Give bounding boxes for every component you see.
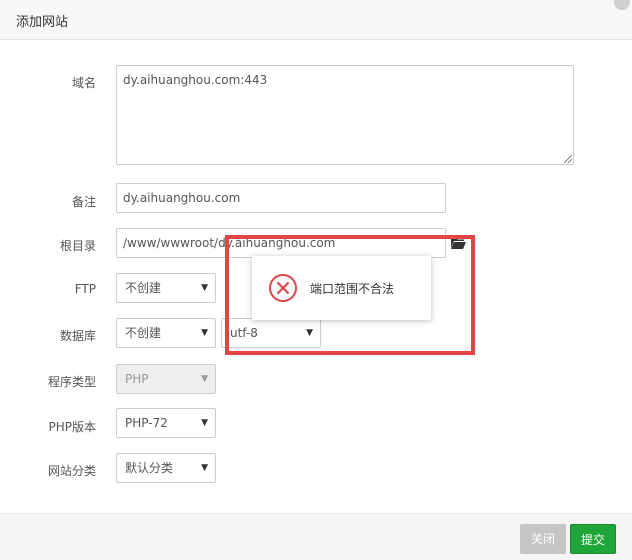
- add-site-dialog: 添加网站 域名 dy.aihuanghou.com:443 备注 dy.aihu…: [0, 0, 632, 560]
- program-type-value: PHP: [125, 372, 149, 386]
- database-select[interactable]: 不创建 ▼: [116, 318, 216, 348]
- root-dir-label: 根目录: [59, 239, 96, 253]
- php-version-label: PHP版本: [48, 420, 97, 434]
- ftp-value: 不创建: [125, 281, 162, 295]
- program-type-select: PHP ▼: [116, 364, 216, 394]
- php-version-select[interactable]: PHP-72 ▼: [116, 408, 216, 438]
- database-value: 不创建: [125, 326, 162, 340]
- domain-value: dy.aihuanghou.com:443: [123, 73, 268, 87]
- domain-textarea[interactable]: dy.aihuanghou.com:443: [116, 65, 574, 165]
- dialog-close-icon[interactable]: [614, 0, 630, 10]
- database-label: 数据库: [59, 329, 96, 343]
- ftp-select[interactable]: 不创建 ▼: [116, 273, 216, 303]
- error-message: 端口范围不合法: [310, 282, 395, 296]
- resize-grip-icon[interactable]: [564, 155, 572, 163]
- caret-down-icon: ▼: [201, 374, 208, 384]
- remark-input[interactable]: dy.aihuanghou.com: [116, 183, 446, 213]
- site-category-label: 网站分类: [47, 464, 96, 478]
- close-button[interactable]: 关闭: [520, 524, 566, 554]
- php-version-value: PHP-72: [125, 416, 168, 430]
- error-circle-x-icon: [269, 274, 297, 302]
- caret-down-icon: ▼: [201, 328, 208, 338]
- remark-label: 备注: [71, 195, 96, 209]
- site-category-value: 默认分类: [125, 461, 174, 475]
- domain-label: 域名: [71, 76, 96, 90]
- error-toast: 端口范围不合法: [252, 256, 431, 320]
- caret-down-icon: ▼: [201, 283, 208, 293]
- submit-button[interactable]: 提交: [570, 524, 616, 554]
- caret-down-icon: ▼: [201, 463, 208, 473]
- ftp-label: FTP: [74, 282, 96, 296]
- program-type-label: 程序类型: [47, 375, 96, 389]
- remark-value: dy.aihuanghou.com: [123, 191, 241, 205]
- caret-down-icon: ▼: [201, 418, 208, 428]
- dialog-title: 添加网站: [16, 15, 69, 30]
- site-category-select[interactable]: 默认分类 ▼: [116, 453, 216, 483]
- dialog-titlebar: 添加网站: [0, 0, 632, 40]
